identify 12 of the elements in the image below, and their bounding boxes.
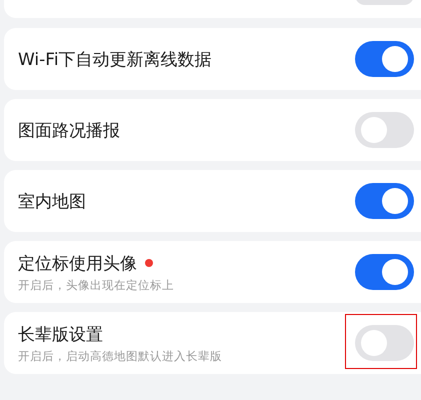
toggle-switch[interactable] bbox=[355, 183, 414, 219]
toggle-switch[interactable] bbox=[355, 254, 414, 290]
setting-label: 图面路况播报 bbox=[18, 120, 120, 142]
setting-label: 长辈版设置 bbox=[18, 324, 103, 346]
setting-label: 室内地图 bbox=[18, 190, 86, 212]
setting-label: Wi-Fi下自动更新离线数据 bbox=[18, 48, 212, 70]
setting-label: 定位标使用头像 bbox=[18, 252, 137, 274]
toggle-switch[interactable] bbox=[355, 112, 414, 148]
setting-description: 开启后，头像出现在定位标上 bbox=[18, 278, 175, 292]
setting-description: 开启后，启动高德地图默认进入长辈版 bbox=[18, 348, 223, 364]
toggle-switch[interactable] bbox=[355, 41, 414, 77]
toggle-switch[interactable] bbox=[355, 325, 414, 361]
